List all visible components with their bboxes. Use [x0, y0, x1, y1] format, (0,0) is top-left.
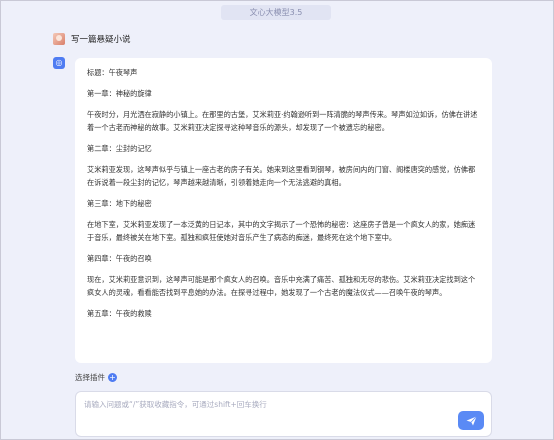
select-plugin-button[interactable]: 选择插件 + [75, 370, 117, 384]
chapter-paragraph: 艾米莉亚发现，这琴声似乎与镇上一座古老的房子有关。她来到这里看到钢琴，被房间内的… [87, 165, 476, 187]
chapter-paragraph: 午夜时分，月光洒在寂静的小镇上。在那里的古堡，艾米莉亚·约翰逊听到一阵清脆的琴声… [87, 110, 478, 132]
app-window: 文心大模型3.5 写一篇悬疑小说 ◎ 标题：午夜琴声 第一章：神秘的旋律 午夜时… [0, 0, 554, 440]
chapter-paragraph: 在地下室，艾米莉亚发现了一本泛黄的日记本，其中的文字揭示了一个恐怖的秘密：这座房… [87, 220, 476, 242]
user-avatar [53, 33, 65, 45]
bot-reply-card: 标题：午夜琴声 第一章：神秘的旋律 午夜时分，月光洒在寂静的小镇上。在那里的古堡… [75, 58, 492, 363]
chapter-paragraph: 现在，艾米莉亚意识到，这琴声可能是那个疯女人的召唤。音乐中充满了痛苦、孤独和无尽… [87, 275, 476, 297]
chapter-heading: 第一章：神秘的旋律 [87, 89, 152, 98]
send-button[interactable] [458, 411, 484, 430]
story-title: 标题：午夜琴声 [87, 68, 138, 77]
chapter-heading: 第五章：午夜的救赎 [87, 309, 152, 318]
model-name-tag[interactable]: 文心大模型3.5 [221, 5, 331, 20]
user-message: 写一篇悬疑小说 [71, 35, 131, 45]
chapter-heading: 第三章：地下的秘密 [87, 199, 152, 208]
chat-input[interactable] [76, 392, 436, 432]
bot-reply-content: 标题：午夜琴声 第一章：神秘的旋律 午夜时分，月光洒在寂静的小镇上。在那里的古堡… [75, 58, 492, 320]
chapter-heading: 第二章：尘封的记忆 [87, 144, 152, 153]
chat-input-box [75, 391, 492, 437]
send-icon [466, 415, 477, 425]
user-message-row: 写一篇悬疑小说 [53, 31, 131, 47]
bot-avatar-icon: ◎ [53, 57, 65, 69]
chapter-heading: 第四章：午夜的召唤 [87, 254, 152, 263]
select-plugin-label: 选择插件 [75, 372, 105, 382]
plus-icon: + [108, 372, 117, 382]
